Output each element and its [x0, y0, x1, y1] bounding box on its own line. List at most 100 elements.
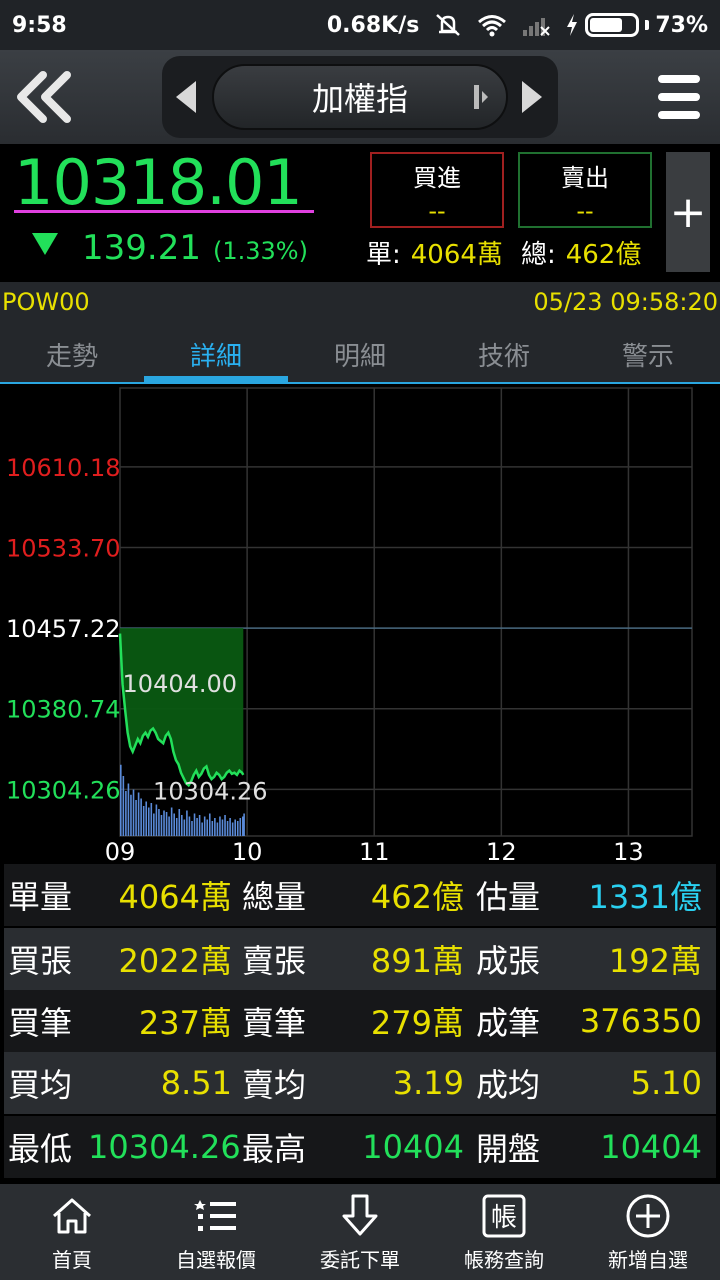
stat-label: 買均 [8, 1066, 73, 1104]
chart-frame [119, 387, 693, 837]
bid-box[interactable]: 買進 -- [370, 152, 504, 228]
stat-label: 成張 [476, 942, 541, 980]
price-change: 139.21 (1.33%) [32, 228, 308, 268]
stat-label: 賣張 [242, 942, 307, 980]
volume-bar [214, 818, 216, 836]
nav-label: 首頁 [52, 1247, 92, 1272]
stat-label: 買張 [8, 942, 73, 980]
nav-label: 新增自選 [608, 1247, 688, 1272]
bid-label: 買進 [413, 164, 461, 192]
volume-bar [211, 821, 214, 836]
volume-bar [145, 801, 148, 836]
double-chevron-left-icon [17, 71, 71, 123]
volume-bar [173, 813, 175, 836]
stats-row: 單量 4064萬 總量 462億 估量 1331億 [4, 864, 716, 926]
tab-trend[interactable]: 走勢 [0, 322, 144, 382]
volume-bar [122, 776, 125, 836]
nav-label: 自選報價 [176, 1247, 256, 1272]
net-speed: 0.68K/s [326, 12, 420, 38]
x-tick-label: 13 [613, 838, 644, 862]
list-icon [194, 1199, 236, 1231]
y-tick-label: 10304.26 [6, 776, 121, 804]
nav-add-watch[interactable]: 新增自選 [576, 1184, 720, 1280]
volume-bar [132, 789, 135, 836]
nav-home[interactable]: 首頁 [0, 1184, 144, 1280]
info-row: POW00 05/23 09:58:20 [0, 282, 720, 322]
stat-value: 10304.26 [88, 1128, 241, 1166]
stat-value: 4064萬 [118, 878, 232, 916]
next-symbol-button[interactable] [522, 81, 542, 113]
stat-value: 10404 [600, 1128, 702, 1166]
low-label: 10304.26 [153, 777, 268, 805]
mute-icon [436, 14, 461, 36]
stat-value: 192萬 [608, 942, 702, 980]
nav-label: 帳務查詢 [464, 1247, 544, 1272]
volume-bar [198, 815, 201, 836]
change-percent: (1.33%) [212, 237, 308, 265]
y-tick-label: 10533.70 [6, 534, 121, 562]
stat-value: 2022萬 [118, 942, 232, 980]
high-label: 10404.00 [123, 670, 238, 698]
status-bar: 9:58 0.68K/s 73% [0, 0, 720, 50]
single-label: 單: [366, 240, 401, 270]
ask-label: 賣出 [561, 164, 609, 192]
stats-row: 最低 10304.26 最高 10404 開盤 10404 [4, 1116, 716, 1178]
volume-bar [163, 810, 165, 836]
menu-button[interactable] [658, 75, 700, 119]
volume-bar [158, 809, 160, 836]
quote-datetime: 05/23 09:58:20 [533, 288, 718, 316]
tab-ticks[interactable]: 明細 [288, 322, 432, 382]
symbol-title[interactable]: 加權指 [212, 64, 508, 130]
symbol-code: POW00 [2, 288, 90, 316]
stat-label: 最高 [242, 1130, 307, 1168]
intraday-chart[interactable]: 10610.18 10533.70 10457.22 10380.74 10304.26… [0, 384, 720, 862]
volume-bar [170, 807, 173, 836]
stat-value: 462億 [370, 878, 464, 916]
order-down-icon [342, 1194, 378, 1235]
battery-fill [590, 18, 623, 32]
tab-detail[interactable]: 詳細 [144, 322, 288, 382]
add-button[interactable]: + [666, 152, 710, 272]
volume-bar [155, 804, 158, 836]
stats-row: 買均 8.51 賣均 3.19 成均 5.10 [4, 1052, 716, 1114]
stat-value: 5.10 [630, 1064, 702, 1102]
stat-value: 1331億 [588, 878, 702, 916]
nav-watchlist[interactable]: 自選報價 [144, 1184, 288, 1280]
x-tick-label: 10 [232, 838, 263, 862]
volume-bar [142, 806, 145, 836]
volume-bar [224, 815, 226, 836]
stat-label: 成均 [476, 1066, 541, 1104]
stats-grid: 單量 4064萬 總量 462億 估量 1331億 買張 2022萬 賣張 89… [0, 862, 720, 1184]
stat-label: 開盤 [476, 1130, 541, 1168]
tab-alert[interactable]: 警示 [576, 322, 720, 382]
prev-symbol-button[interactable] [176, 81, 196, 113]
volume-bar [178, 809, 181, 836]
total-label: 總: [520, 240, 556, 270]
tab-technical[interactable]: 技術 [432, 322, 576, 382]
back-button[interactable] [0, 50, 90, 144]
ask-value: -- [576, 197, 594, 225]
ask-box[interactable]: 賣出 -- [518, 152, 652, 228]
x-tick-label: 09 [105, 838, 136, 862]
volume-bar [183, 819, 186, 836]
nav-account[interactable]: 帳 帳務查詢 [432, 1184, 576, 1280]
nav-label: 委託下單 [320, 1247, 400, 1272]
volume-bar [168, 816, 170, 836]
x-tick-label: 11 [359, 838, 390, 862]
volume-summary: 單: 4064萬 總: 462億 [366, 234, 641, 271]
stat-value: 237萬 [138, 1004, 232, 1042]
nav-order[interactable]: 委託下單 [288, 1184, 432, 1280]
volume-bar [208, 813, 211, 836]
price-underline [14, 210, 314, 213]
account-icon: 帳 [482, 1194, 526, 1237]
add-circle-icon [626, 1194, 670, 1237]
x-tick-label: 12 [486, 838, 517, 862]
volume-bar [130, 794, 132, 836]
volume-bar [153, 813, 155, 836]
volume-bar [203, 816, 206, 836]
grip-icon [474, 85, 488, 109]
volume-bar [165, 812, 168, 836]
volume-bar [234, 819, 236, 836]
stat-label: 估量 [476, 878, 541, 916]
battery-indicator: 73% [565, 13, 708, 38]
